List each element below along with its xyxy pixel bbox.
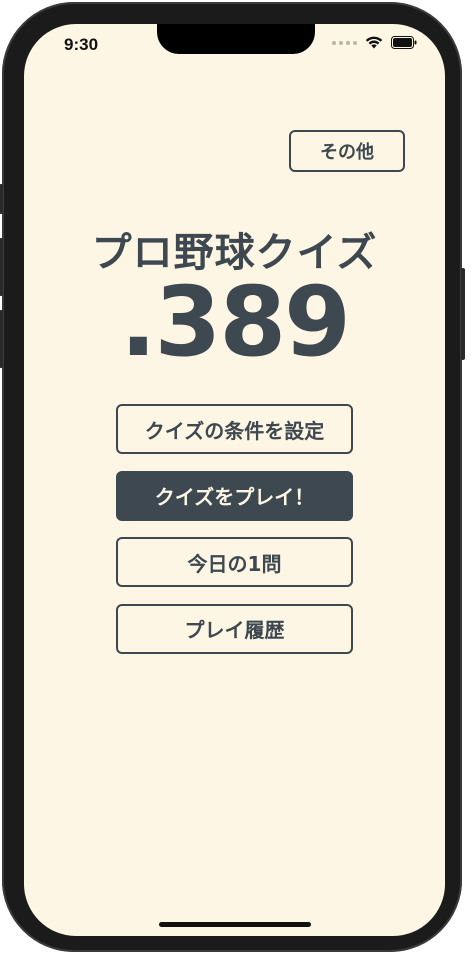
volume-down-button <box>0 310 3 368</box>
status-time: 9:30 <box>64 35 99 54</box>
home-indicator[interactable] <box>159 922 311 927</box>
quiz-settings-button[interactable]: クイズの条件を設定 <box>116 404 353 454</box>
main-menu: クイズの条件を設定 クイズをプレイ！ 今日の1問 プレイ履歴 <box>116 404 353 670</box>
volume-up-button <box>0 238 3 296</box>
app-screen: 9:30 その他 プロ野球クイズ .389 クイズの条件を設定 クイズをプレイ！… <box>24 24 445 936</box>
cellular-signal-icon <box>332 40 357 45</box>
daily-question-button[interactable]: 今日の1問 <box>116 537 353 587</box>
other-button[interactable]: その他 <box>289 130 405 172</box>
wifi-icon <box>365 36 383 49</box>
camera-notch <box>157 24 315 54</box>
status-icons <box>332 36 417 49</box>
silent-switch <box>0 184 3 214</box>
power-button <box>461 268 465 360</box>
app-logo: .389 <box>120 266 351 378</box>
battery-icon <box>391 36 417 49</box>
phone-frame: 9:30 その他 プロ野球クイズ .389 クイズの条件を設定 クイズをプレイ！… <box>0 2 465 952</box>
play-history-button[interactable]: プレイ履歴 <box>116 603 353 654</box>
play-quiz-button[interactable]: クイズをプレイ！ <box>116 470 353 521</box>
